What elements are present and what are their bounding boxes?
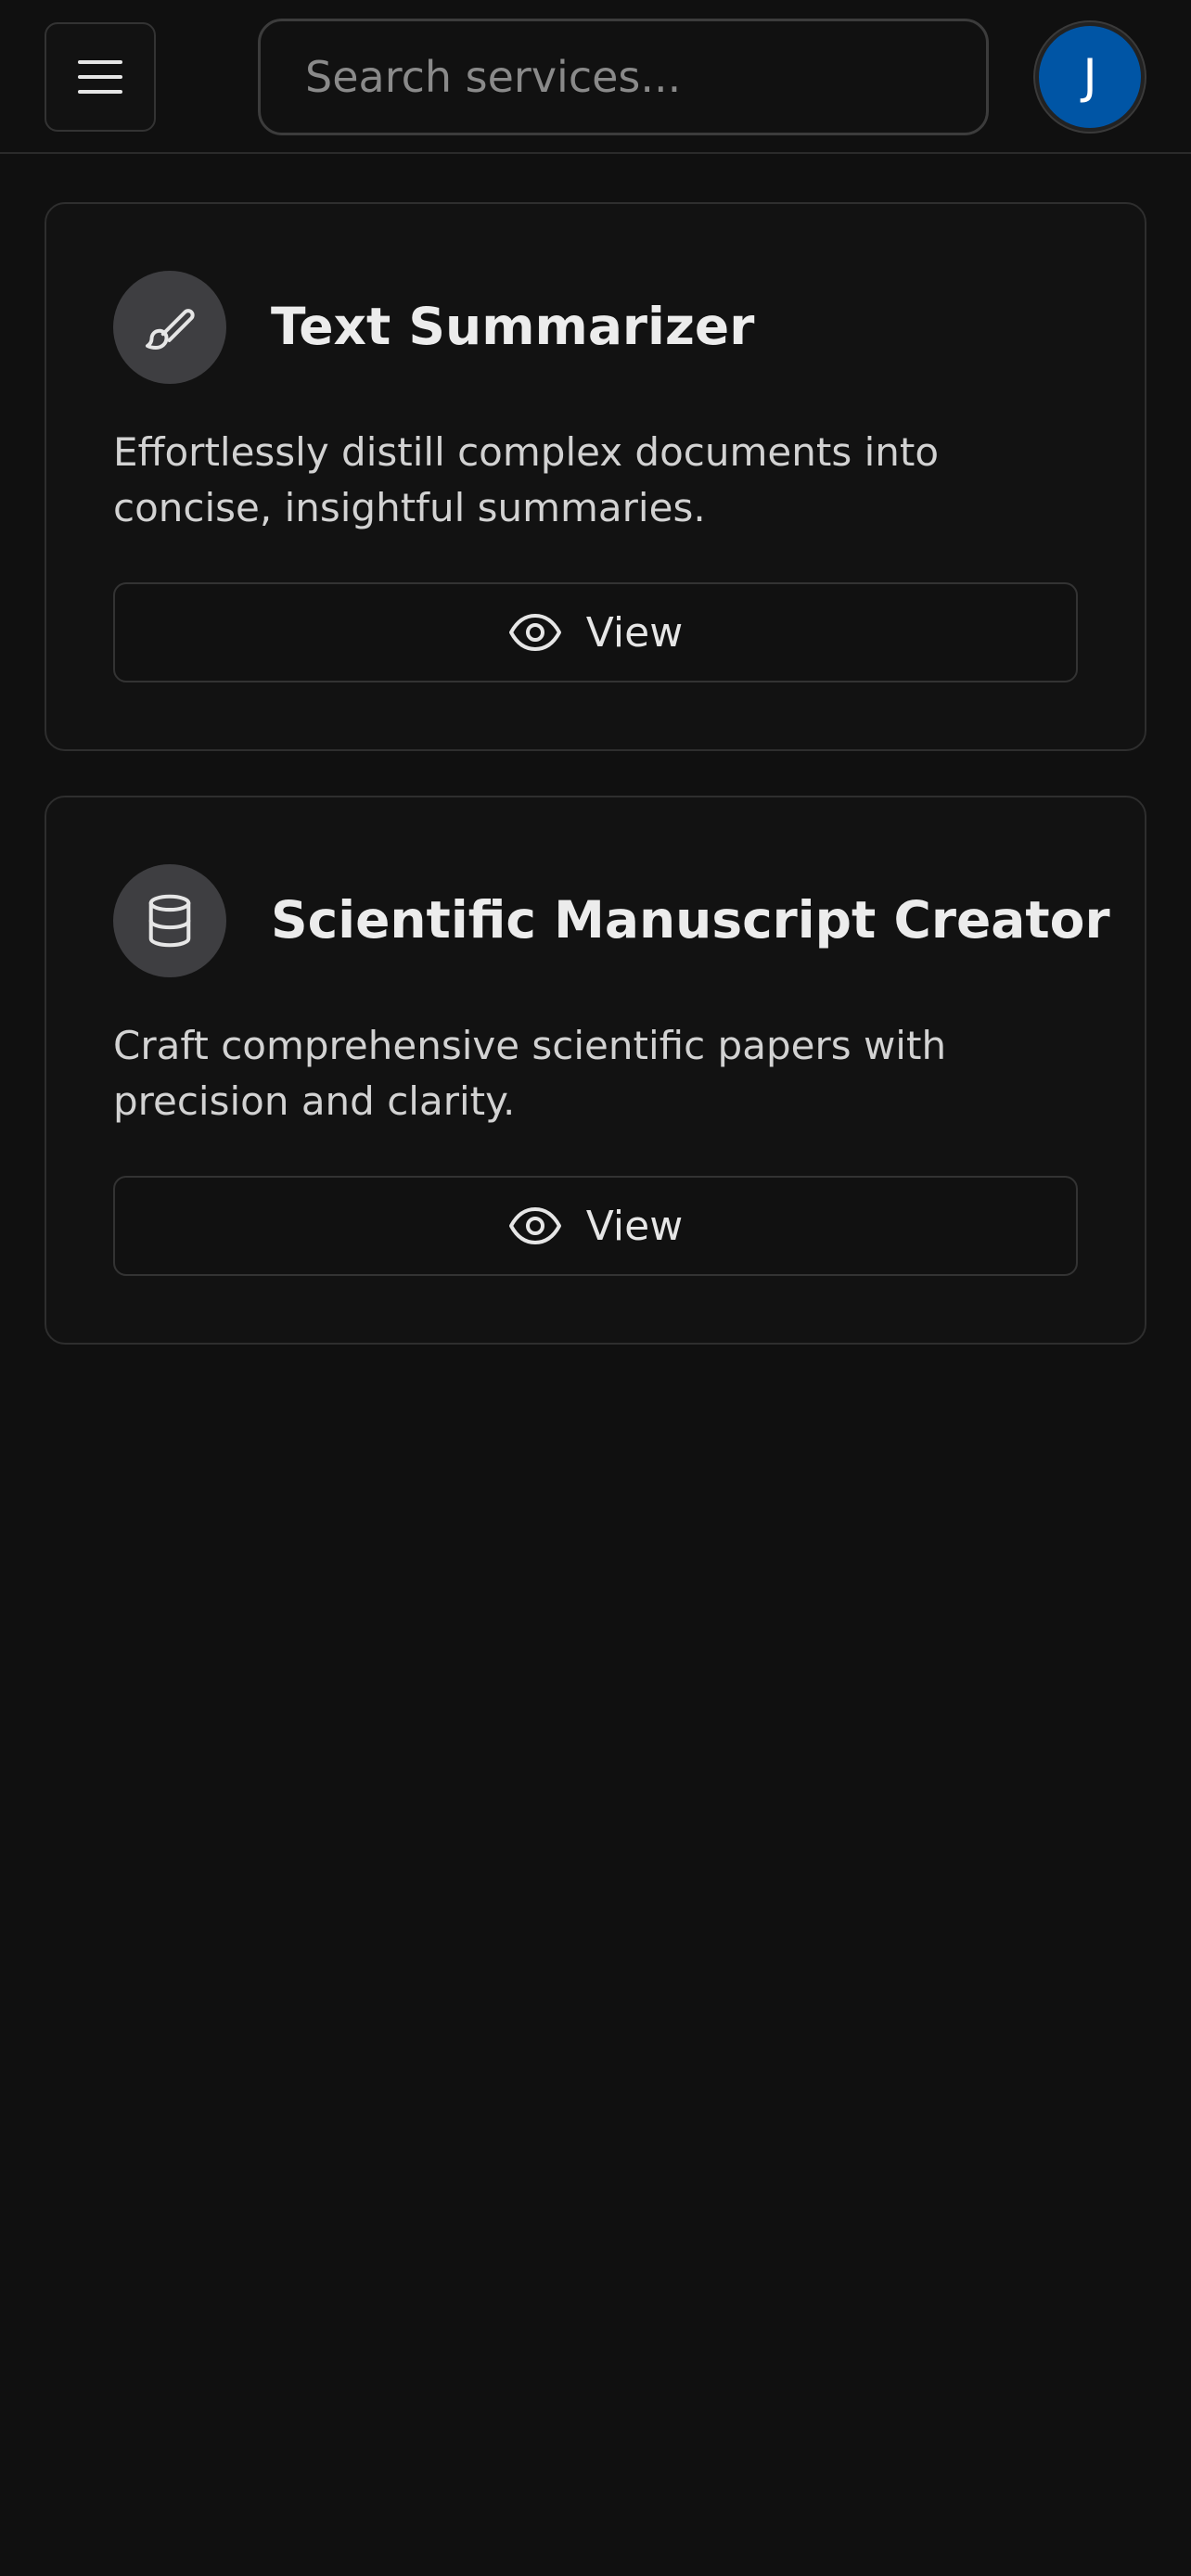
search-box [258,19,989,135]
service-card: Text Summarizer Effortlessly distill com… [45,202,1146,751]
eye-icon [508,614,561,651]
top-bar: J [0,0,1191,154]
view-button[interactable]: View [113,1176,1078,1276]
eye-icon [508,1207,561,1244]
view-button-label: View [585,608,684,657]
view-button-label: View [585,1202,684,1250]
service-description: Craft comprehensive scientific papers wi… [113,1023,947,1124]
service-icon-badge [113,271,226,384]
service-title: Scientific Manuscript Creator [271,890,1110,950]
avatar[interactable]: J [1035,22,1145,132]
service-title: Text Summarizer [271,297,755,356]
service-description: Effortlessly distill complex documents i… [113,429,940,530]
avatar-initial: J [1082,49,1097,105]
brush-icon [146,309,195,350]
view-button[interactable]: View [113,582,1078,682]
service-card: Scientific Manuscript Creator Craft comp… [45,796,1146,1345]
menu-icon [78,60,122,94]
search-input[interactable] [305,52,941,102]
service-icon-badge [113,864,226,977]
menu-button[interactable] [45,22,156,132]
database-icon [148,894,191,948]
